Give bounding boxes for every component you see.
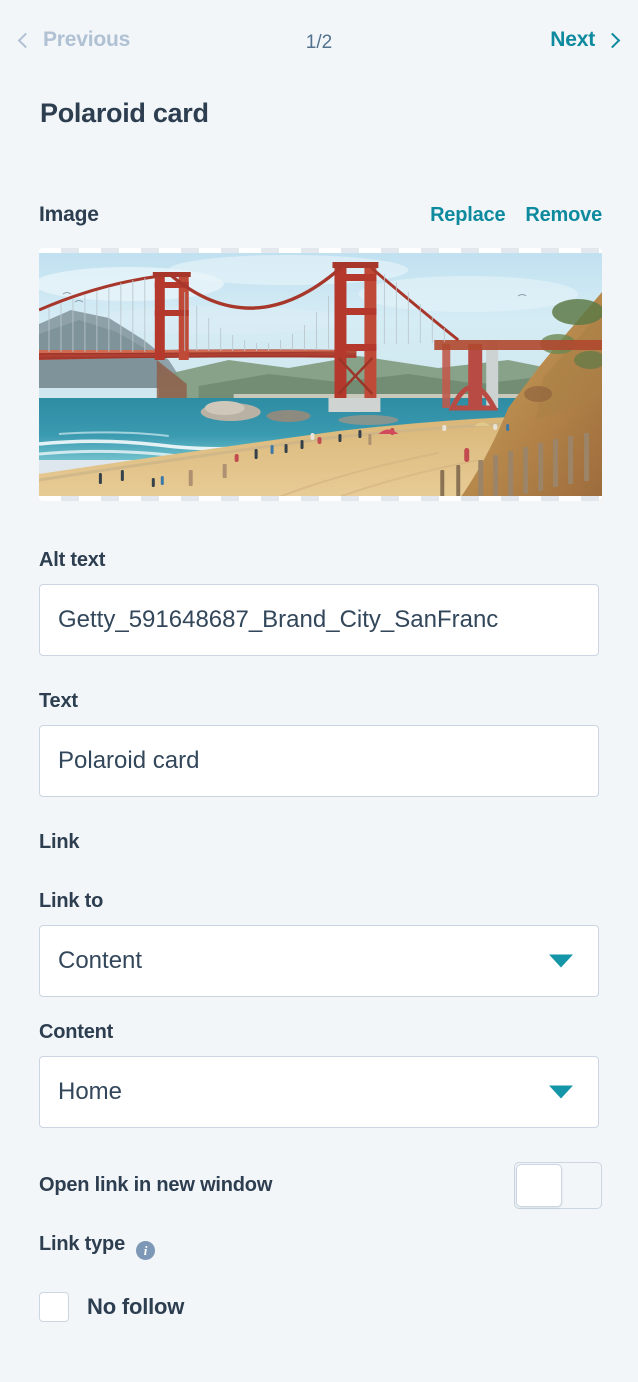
image-label: Image bbox=[39, 203, 99, 226]
text-input[interactable] bbox=[39, 725, 599, 797]
image-section-header: Image Replace Remove bbox=[0, 203, 638, 227]
info-icon[interactable]: i bbox=[136, 1241, 155, 1260]
golden-gate-bridge-photo bbox=[39, 248, 602, 501]
open-new-window-row: Open link in new window bbox=[0, 1162, 638, 1209]
no-follow-label: No follow bbox=[87, 1294, 185, 1319]
sidebar-edit-panel: Previous 1/2 Next Polaroid card Image Re… bbox=[0, 0, 638, 1382]
page-title: Polaroid card bbox=[40, 98, 209, 128]
toggle-knob bbox=[516, 1164, 562, 1207]
remove-image-link[interactable]: Remove bbox=[525, 204, 602, 227]
module-navigation-bar: Previous 1/2 Next bbox=[0, 0, 638, 53]
image-actions: Replace Remove bbox=[430, 204, 602, 227]
alt-text-field: Alt text bbox=[0, 549, 638, 656]
replace-image-link[interactable]: Replace bbox=[430, 204, 506, 227]
open-new-window-label: Open link in new window bbox=[39, 1174, 273, 1196]
text-field: Text bbox=[0, 690, 638, 797]
no-follow-row: No follow bbox=[0, 1292, 638, 1322]
link-to-field: Link to bbox=[0, 890, 638, 997]
link-to-select[interactable] bbox=[39, 925, 599, 997]
content-field: Content bbox=[0, 1021, 638, 1128]
previous-button[interactable]: Previous bbox=[17, 28, 131, 52]
next-button[interactable]: Next bbox=[550, 28, 621, 52]
text-label: Text bbox=[39, 690, 78, 712]
link-type-row: Link type i bbox=[0, 1233, 638, 1268]
image-preview[interactable] bbox=[39, 248, 602, 501]
content-label: Content bbox=[39, 1021, 114, 1043]
image-top-edge-strip bbox=[39, 248, 602, 253]
chevron-right-icon bbox=[604, 32, 621, 48]
chevron-left-icon bbox=[17, 32, 34, 48]
content-select[interactable] bbox=[39, 1056, 599, 1128]
alt-text-input[interactable] bbox=[39, 584, 599, 656]
link-section: Link bbox=[0, 831, 638, 854]
link-heading: Link bbox=[39, 831, 80, 853]
alt-text-label: Alt text bbox=[39, 549, 106, 571]
previous-label: Previous bbox=[43, 28, 131, 51]
link-type-label: Link type bbox=[39, 1233, 125, 1255]
link-to-label: Link to bbox=[39, 890, 104, 912]
open-new-window-toggle[interactable] bbox=[514, 1162, 602, 1209]
no-follow-checkbox[interactable] bbox=[39, 1292, 69, 1322]
image-bottom-edge-strip bbox=[39, 496, 602, 501]
next-label: Next bbox=[550, 28, 595, 51]
